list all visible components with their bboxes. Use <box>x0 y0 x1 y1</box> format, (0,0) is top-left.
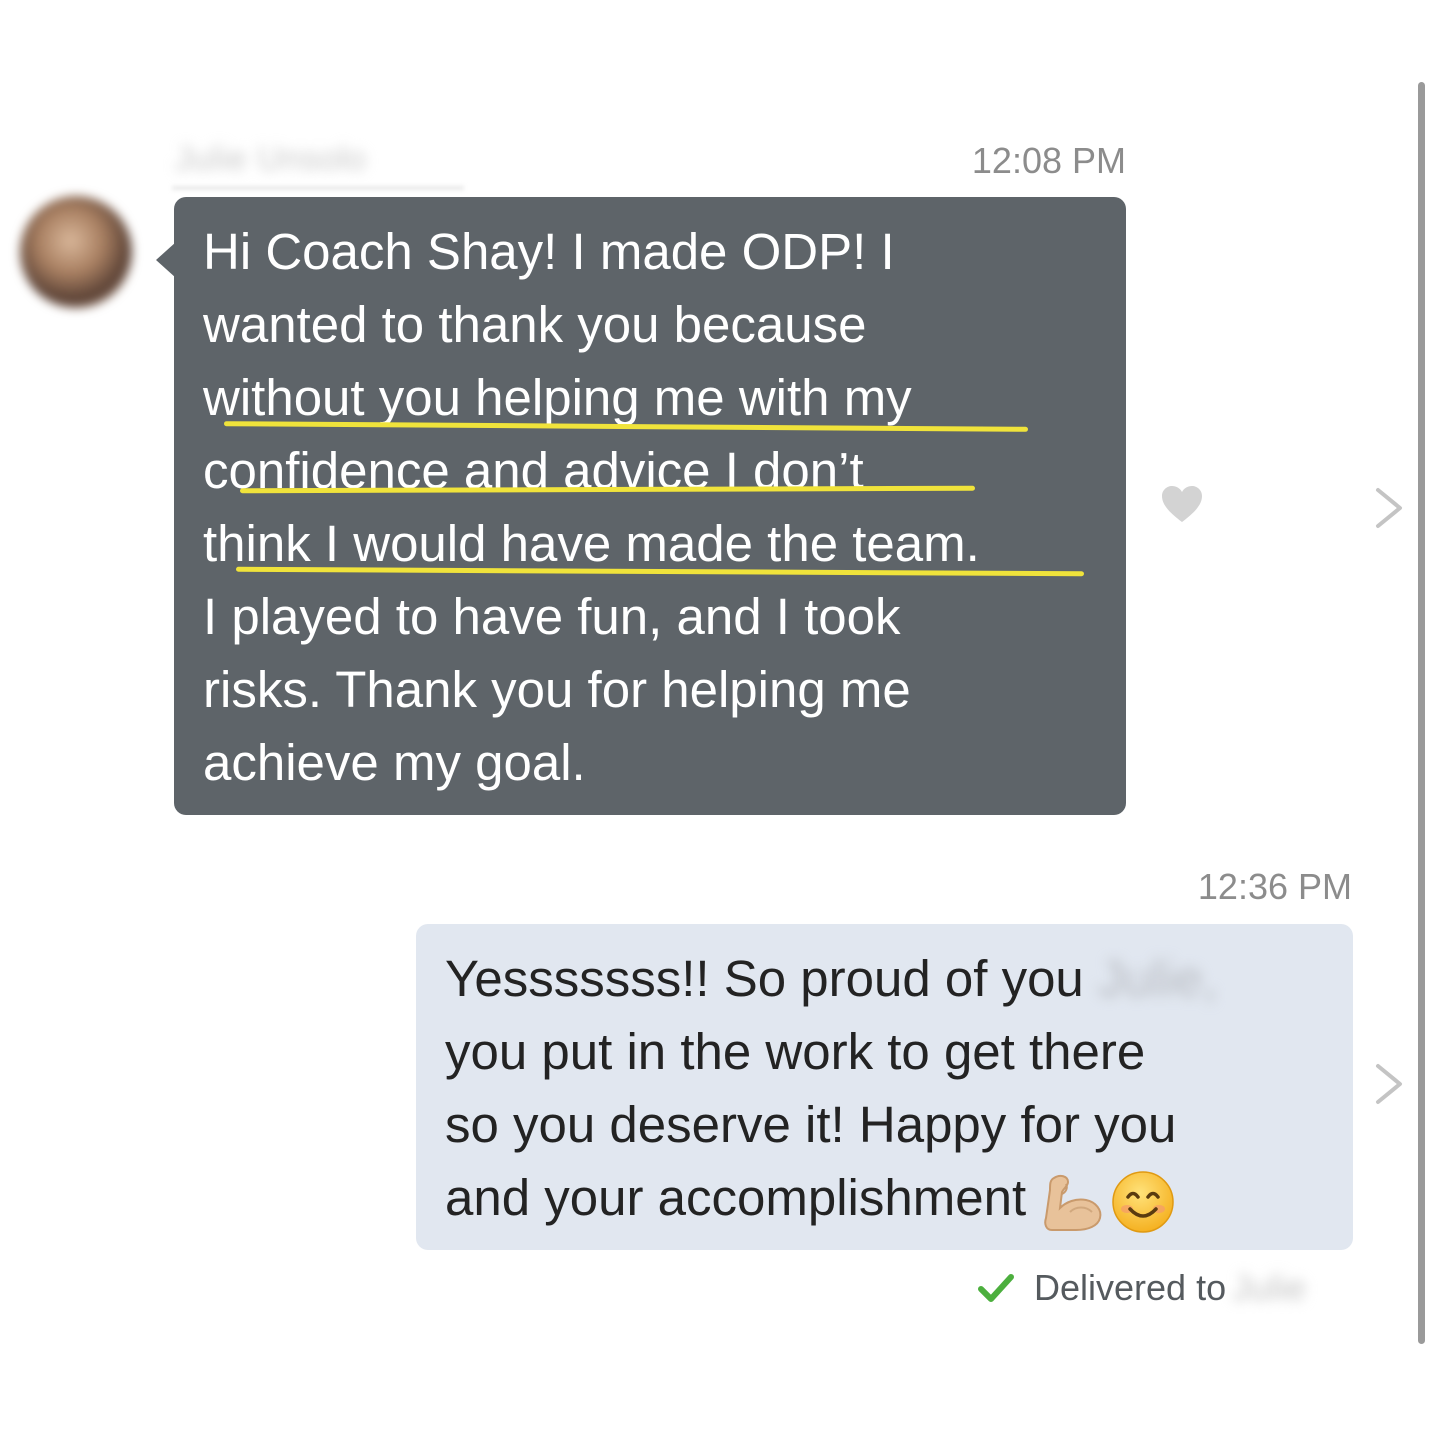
delivery-status: Delivered to Julie <box>976 1266 1306 1310</box>
chevron-right-icon[interactable] <box>1372 486 1406 530</box>
message-thread: Julie Unsolo 12:08 PM Hi Coach Shay! I m… <box>0 0 1440 1440</box>
incoming-timestamp: 12:08 PM <box>971 140 1126 181</box>
avatar[interactable] <box>20 196 132 308</box>
outgoing-timestamp: 12:36 PM <box>1197 866 1352 907</box>
chevron-right-icon[interactable] <box>1372 1062 1406 1106</box>
recipient-name-blurred: Julie, <box>1097 950 1218 1007</box>
incoming-message-bubble[interactable]: Hi Coach Shay! I made ODP! I wanted to t… <box>174 197 1126 815</box>
scrollbar[interactable] <box>1418 82 1425 1344</box>
sender-name: Julie Unsolo <box>175 140 367 178</box>
message-line: so you deserve it! Happy for you <box>445 1096 1177 1153</box>
sender-name-divider <box>172 186 464 190</box>
message-line: Hi Coach Shay! I made ODP! I <box>203 223 895 280</box>
message-text: Yesssssss!! So proud of you <box>445 950 1098 1007</box>
checkmark-icon <box>978 1274 1014 1302</box>
message-line: wanted to thank you because <box>203 296 867 353</box>
delivery-status-text: Delivered to <box>1034 1267 1227 1308</box>
message-line: I played to have fun, and I took <box>203 588 901 645</box>
message-line: achieve my goal. <box>203 734 586 791</box>
heart-icon[interactable] <box>1160 484 1204 524</box>
message-line: and your accomplishment <box>445 1161 1333 1235</box>
message-line: Yesssssss!! So proud of you Julie, <box>445 942 1333 1015</box>
recipient-name-blurred: Julie <box>1232 1267 1307 1308</box>
bubble-pointer <box>156 242 176 278</box>
smiling-face-icon <box>1112 1170 1175 1233</box>
outgoing-message-bubble[interactable]: Yesssssss!! So proud of you Julie, you p… <box>416 924 1353 1250</box>
message-line: you put in the work to get there <box>445 1023 1146 1080</box>
message-line: confidence and advice I don’t <box>203 442 864 499</box>
flexed-biceps-icon <box>1044 1174 1102 1231</box>
message-text: and your accomplishment <box>445 1169 1041 1226</box>
message-line: risks. Thank you for helping me <box>203 661 911 718</box>
